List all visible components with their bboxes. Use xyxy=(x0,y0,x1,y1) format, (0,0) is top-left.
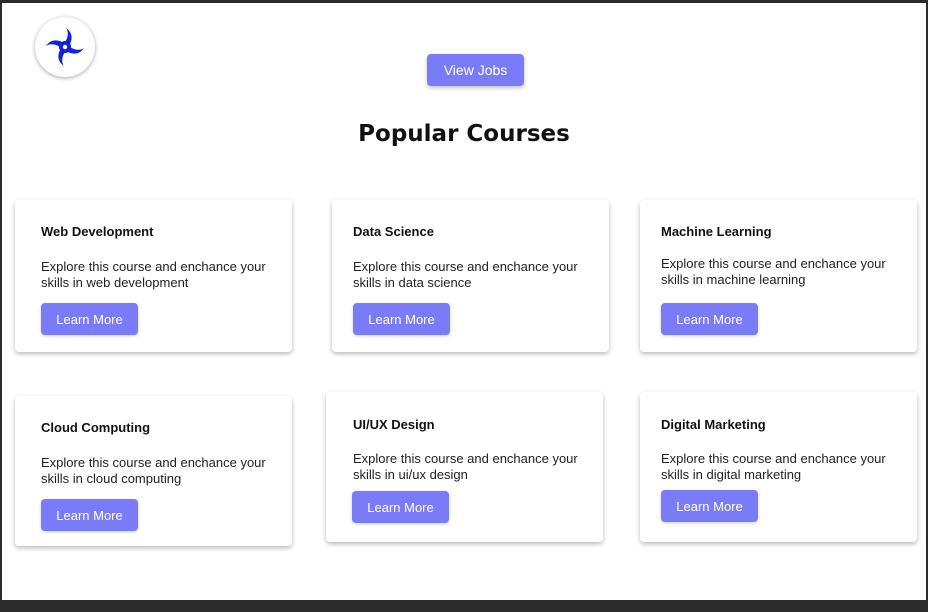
learn-more-button[interactable]: Learn More xyxy=(41,499,138,531)
view-jobs-button[interactable]: View Jobs xyxy=(427,54,524,86)
learn-more-button[interactable]: Learn More xyxy=(353,303,450,335)
learn-more-button[interactable]: Learn More xyxy=(661,490,758,522)
learn-more-button[interactable]: Learn More xyxy=(352,491,449,523)
course-description: Explore this course and enchance your sk… xyxy=(41,455,266,486)
course-title: Web Development xyxy=(41,224,154,239)
course-card-machine-learning: Machine Learning Explore this course and… xyxy=(640,200,917,352)
learn-more-button[interactable]: Learn More xyxy=(661,303,758,335)
course-title: Digital Marketing xyxy=(661,417,766,432)
course-description: Explore this course and enchance your sk… xyxy=(661,451,886,482)
page-title: Popular Courses xyxy=(358,121,570,147)
course-card-cloud-computing: Cloud Computing Explore this course and … xyxy=(15,396,292,546)
logo[interactable] xyxy=(35,17,95,77)
learn-more-button[interactable]: Learn More xyxy=(41,303,138,335)
course-card-data-science: Data Science Explore this course and enc… xyxy=(332,200,609,352)
course-description: Explore this course and enchance your sk… xyxy=(41,259,266,290)
course-title: UI/UX Design xyxy=(353,417,435,432)
course-description: Explore this course and enchance your sk… xyxy=(353,451,578,482)
window-bottom-edge xyxy=(0,600,928,612)
course-description: Explore this course and enchance your sk… xyxy=(353,259,578,290)
course-card-digital-marketing: Digital Marketing Explore this course an… xyxy=(640,392,917,542)
shuriken-icon xyxy=(46,28,84,66)
course-title: Data Science xyxy=(353,224,434,239)
course-card-web-development: Web Development Explore this course and … xyxy=(15,200,292,352)
course-title: Cloud Computing xyxy=(41,420,151,435)
course-card-ui-ux-design: UI/UX Design Explore this course and enc… xyxy=(326,392,603,542)
course-description: Explore this course and enchance your sk… xyxy=(661,256,886,287)
page-frame: View Jobs Popular Courses Web Developmen… xyxy=(2,3,926,600)
course-title: Machine Learning xyxy=(661,224,772,239)
